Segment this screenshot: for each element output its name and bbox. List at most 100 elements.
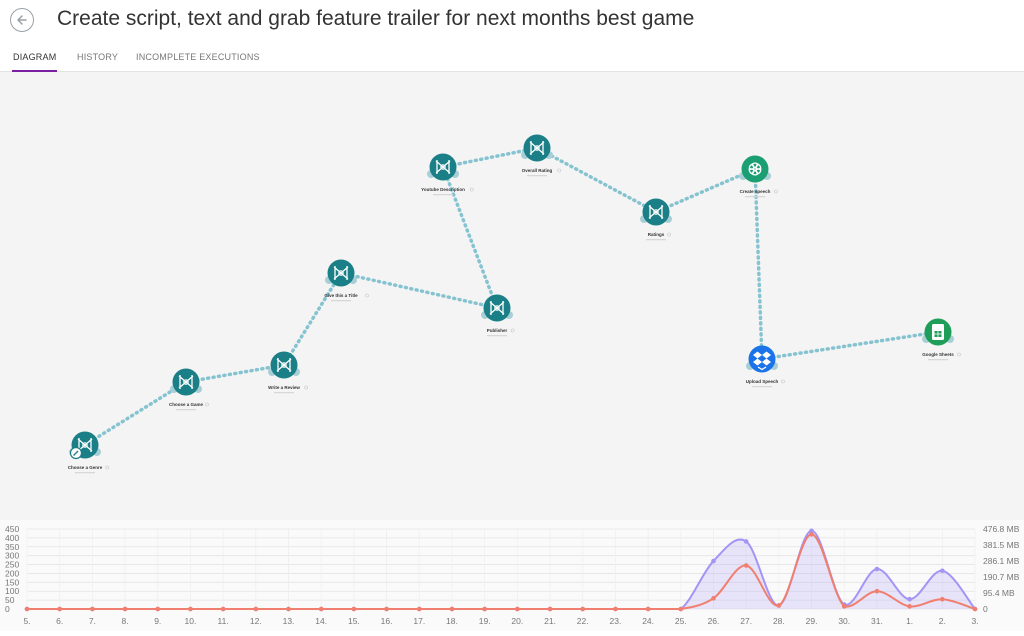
x-tick-label: 23.	[609, 616, 621, 626]
module-label: Choose a Game	[169, 402, 204, 407]
module-label: Upload Speech	[746, 379, 779, 384]
data-point[interactable]	[220, 606, 226, 612]
tab-diagram[interactable]: DIAGRAM	[11, 52, 58, 72]
x-tick-label: 12.	[250, 616, 262, 626]
connection-line[interactable]	[339, 271, 499, 310]
module-label: Create speech	[740, 189, 771, 194]
data-point[interactable]	[351, 606, 357, 612]
x-tick-label: 16.	[381, 616, 393, 626]
module-sublabel	[745, 196, 765, 198]
connection-line[interactable]	[753, 167, 764, 361]
data-point[interactable]	[253, 606, 259, 612]
connection-line[interactable]	[282, 271, 343, 367]
data-point[interactable]	[416, 606, 422, 612]
module-node[interactable]: Choose a Game	[169, 368, 209, 411]
connection-line[interactable]	[535, 146, 658, 214]
tab-history[interactable]: HISTORY	[77, 52, 118, 72]
tab-bar: DIAGRAM HISTORY INCOMPLETE EXECUTIONS	[0, 44, 1024, 72]
data-point[interactable]	[580, 606, 586, 612]
schedule-clock-icon[interactable]	[69, 446, 83, 460]
module-node[interactable]: Create speech	[739, 155, 778, 198]
x-tick-label: 2.	[939, 616, 946, 626]
data-point[interactable]	[907, 604, 912, 609]
data-point[interactable]	[841, 604, 847, 609]
x-tick-label: 30.	[838, 616, 850, 626]
x-tick-label: 26.	[708, 616, 720, 626]
back-button[interactable]	[10, 8, 34, 32]
data-point[interactable]	[155, 606, 161, 612]
module-node[interactable]: Youtube Description	[421, 153, 474, 196]
module-sublabel	[646, 239, 666, 241]
data-point[interactable]	[809, 532, 814, 537]
data-point[interactable]	[57, 606, 62, 612]
module-circle[interactable]	[748, 345, 776, 373]
module-node[interactable]: Write a Review	[268, 351, 309, 394]
data-point[interactable]	[122, 606, 128, 612]
module-node[interactable]: Give this a Title	[324, 259, 369, 302]
info-icon[interactable]	[469, 187, 474, 192]
data-point[interactable]	[286, 606, 291, 612]
data-point[interactable]	[24, 606, 30, 612]
x-tick-label: 13.	[283, 616, 295, 626]
data-point[interactable]	[907, 596, 912, 602]
page-title: Create script, text and grab feature tra…	[57, 7, 695, 30]
module-node[interactable]: Upload Speech	[746, 345, 785, 388]
y-tick-label-left: 0	[5, 604, 10, 614]
data-point[interactable]	[972, 606, 978, 612]
y-tick-label-right: 476.8 MB	[983, 524, 1020, 534]
data-point[interactable]	[743, 539, 749, 544]
module-node[interactable]: Google Sheets	[922, 318, 961, 361]
module-sublabel	[928, 359, 948, 361]
data-point[interactable]	[711, 558, 716, 564]
data-point[interactable]	[645, 606, 651, 612]
info-icon[interactable]	[774, 189, 778, 194]
data-point[interactable]	[515, 606, 520, 612]
data-point[interactable]	[547, 606, 553, 612]
module-sublabel	[176, 409, 196, 411]
data-point[interactable]	[188, 606, 193, 612]
module-node[interactable]: Publisher	[481, 294, 515, 337]
x-tick-label: 5.	[23, 616, 30, 626]
diagram-canvas[interactable]: Choose a Genre Choose a Game Write a Revie…	[0, 72, 1024, 520]
module-label: Give this a Title	[324, 293, 358, 298]
info-icon[interactable]	[304, 385, 309, 390]
x-tick-label: 9.	[154, 616, 161, 626]
data-point[interactable]	[874, 566, 880, 572]
module-node[interactable]: Ratings	[640, 198, 672, 241]
data-point[interactable]	[449, 606, 455, 612]
info-icon[interactable]	[105, 465, 110, 470]
data-point[interactable]	[776, 603, 782, 608]
module-label: Write a Review	[268, 385, 300, 390]
x-tick-label: 8.	[122, 616, 129, 626]
data-point[interactable]	[384, 606, 389, 612]
header: Create script, text and grab feature tra…	[0, 0, 1024, 44]
x-tick-label: 6.	[56, 616, 63, 626]
info-icon[interactable]	[667, 232, 671, 237]
info-icon[interactable]	[365, 293, 369, 298]
module-label: Youtube Description	[421, 187, 465, 192]
data-point[interactable]	[743, 563, 749, 568]
data-point[interactable]	[482, 606, 487, 612]
tab-incomplete-executions[interactable]: INCOMPLETE EXECUTIONS	[136, 52, 260, 72]
info-icon[interactable]	[205, 402, 209, 407]
x-tick-label: 14.	[315, 616, 327, 626]
series-area	[27, 530, 975, 609]
x-tick-label: 31.	[871, 616, 883, 626]
info-icon[interactable]	[510, 328, 515, 333]
info-icon[interactable]	[957, 352, 961, 357]
data-point[interactable]	[318, 606, 324, 612]
x-tick-label: 27.	[740, 616, 752, 626]
data-point[interactable]	[940, 568, 945, 574]
data-point[interactable]	[711, 596, 716, 601]
module-circle[interactable]	[741, 155, 769, 183]
data-point[interactable]	[613, 606, 618, 612]
x-tick-label: 15.	[348, 616, 360, 626]
info-icon[interactable]	[557, 168, 562, 173]
connection-line[interactable]	[760, 330, 940, 361]
data-point[interactable]	[90, 606, 95, 612]
module-node[interactable]: Overall Rating	[521, 134, 562, 177]
data-point[interactable]	[678, 606, 684, 612]
data-point[interactable]	[874, 588, 880, 594]
data-point[interactable]	[940, 596, 945, 602]
info-icon[interactable]	[781, 379, 785, 384]
